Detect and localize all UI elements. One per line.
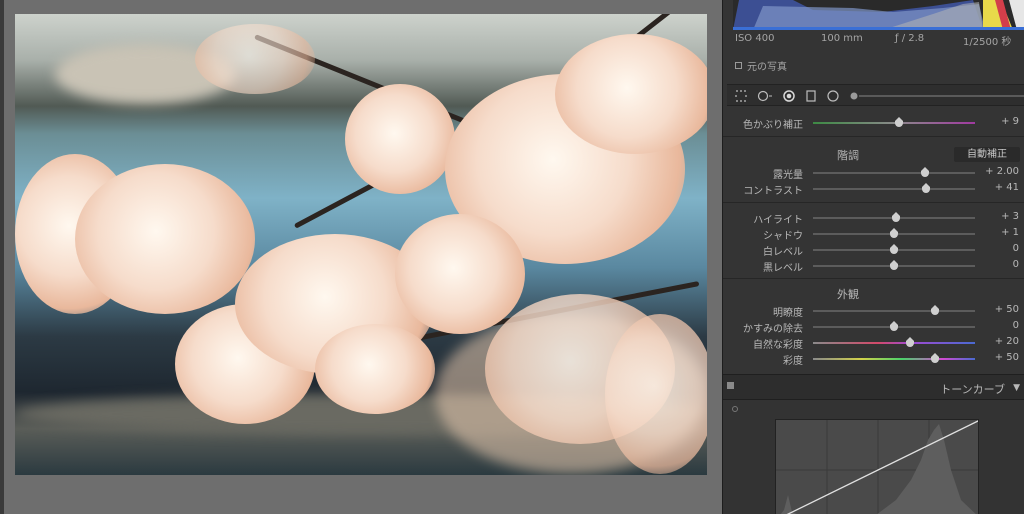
shutter-value: 1/2500 秒 — [963, 37, 1012, 48]
original-photo-label: 元の写真 — [747, 62, 787, 73]
slider-label: 黒レベル — [763, 263, 803, 274]
collapse-triangle-icon[interactable]: ▼ — [1013, 383, 1020, 393]
slider-thumb[interactable] — [930, 305, 939, 315]
tone-curve-header[interactable]: トーンカーブ ▼ — [723, 374, 1024, 400]
histogram[interactable] — [733, 0, 1024, 30]
slider-value: + 20 — [994, 336, 1019, 347]
tone-curve-label: トーンカーブ — [940, 383, 1005, 396]
aperture-value: ƒ / 2.8 — [895, 33, 925, 44]
redeye-icon[interactable] — [783, 90, 795, 102]
divider — [723, 202, 1024, 203]
graduated-filter-icon[interactable] — [805, 90, 817, 102]
tool-amount-slider[interactable] — [859, 95, 1024, 97]
divider — [723, 136, 1024, 137]
color-cast-row: 色かぶり補正 + 9 — [723, 116, 1024, 131]
slider-label: 彩度 — [783, 356, 803, 367]
slider-thumb[interactable] — [890, 228, 898, 238]
slider-label: 自然な彩度 — [753, 340, 803, 351]
slider-value: 0 — [1012, 320, 1019, 331]
slider-label: かすみの除去 — [743, 324, 803, 335]
slider-label: 色かぶり補正 — [743, 120, 803, 131]
slider-row: 露光量 + 2.00 — [723, 166, 1024, 181]
checkbox-icon[interactable] — [735, 62, 742, 69]
slider-track[interactable] — [813, 188, 975, 190]
slider-label: ハイライト — [753, 215, 803, 226]
slider-value: 0 — [1012, 259, 1019, 270]
tone-curve-graph[interactable] — [775, 419, 979, 514]
brush-icon[interactable] — [849, 90, 859, 102]
slider-row: 黒レベル 0 — [723, 259, 1024, 274]
slider-label: 明瞭度 — [773, 308, 803, 319]
cherry-blossom-photo[interactable] — [15, 14, 707, 475]
canvas-left-edge — [0, 0, 4, 514]
image-canvas — [0, 0, 722, 514]
tone-section-title: 階調 — [837, 149, 859, 162]
target-adjust-icon[interactable] — [732, 406, 738, 412]
slider-value: + 50 — [994, 304, 1019, 315]
slider-thumb[interactable] — [906, 337, 915, 347]
slider-label: 白レベル — [763, 247, 803, 258]
slider-thumb[interactable] — [930, 353, 939, 363]
auto-tone-button[interactable]: 自動補正 — [954, 147, 1020, 162]
slider-value: + 41 — [994, 182, 1019, 193]
tool-strip — [727, 84, 1024, 106]
panel-toggle-icon[interactable] — [727, 382, 734, 389]
slider-row: かすみの除去 0 — [723, 320, 1024, 335]
slider-thumb[interactable] — [890, 244, 898, 254]
slider-track[interactable] — [813, 342, 975, 344]
exif-info: ISO 400 100 mm ƒ / 2.8 1/2500 秒 — [723, 33, 1024, 48]
slider-thumb[interactable] — [920, 167, 929, 177]
slider-track[interactable] — [813, 172, 975, 174]
slider-thumb[interactable] — [894, 117, 903, 127]
slider-track[interactable] — [813, 310, 975, 312]
slider-row: 自然な彩度 + 20 — [723, 336, 1024, 351]
slider-value: 0 — [1012, 243, 1019, 254]
slider-row: 白レベル 0 — [723, 243, 1024, 258]
slider-label: シャドウ — [763, 231, 803, 242]
slider-row: 明瞭度 + 50 — [723, 304, 1024, 319]
slider-value: + 1 — [1001, 227, 1019, 238]
develop-panel: ISO 400 100 mm ƒ / 2.8 1/2500 秒 元の写真 色かぶ… — [722, 0, 1024, 514]
slider-row: シャドウ + 1 — [723, 227, 1024, 242]
slider-label: コントラスト — [743, 186, 803, 197]
crop-icon[interactable] — [735, 90, 747, 102]
slider-row: 彩度 + 50 — [723, 352, 1024, 367]
radial-filter-icon[interactable] — [827, 90, 839, 102]
presence-section-title: 外観 — [837, 288, 859, 301]
slider-row: ハイライト + 3 — [723, 211, 1024, 226]
slider-thumb[interactable] — [890, 260, 898, 270]
slider-row: コントラスト + 41 — [723, 182, 1024, 197]
slider-track[interactable] — [813, 358, 975, 360]
original-photo-toggle[interactable]: 元の写真 — [735, 58, 787, 73]
spot-removal-icon[interactable] — [757, 90, 773, 102]
slider-value: + 50 — [994, 352, 1019, 363]
iso-value: ISO 400 — [735, 33, 775, 44]
divider — [723, 278, 1024, 279]
focal-length-value: 100 mm — [821, 33, 863, 44]
slider-label: 露光量 — [773, 170, 803, 181]
slider-value: + 9 — [1001, 116, 1019, 127]
tone-curve-area — [723, 400, 1024, 514]
slider-thumb[interactable] — [890, 321, 898, 331]
slider-thumb[interactable] — [891, 212, 900, 222]
slider-value: + 3 — [1001, 211, 1019, 222]
slider-value: + 2.00 — [985, 166, 1019, 177]
slider-thumb[interactable] — [922, 183, 931, 193]
